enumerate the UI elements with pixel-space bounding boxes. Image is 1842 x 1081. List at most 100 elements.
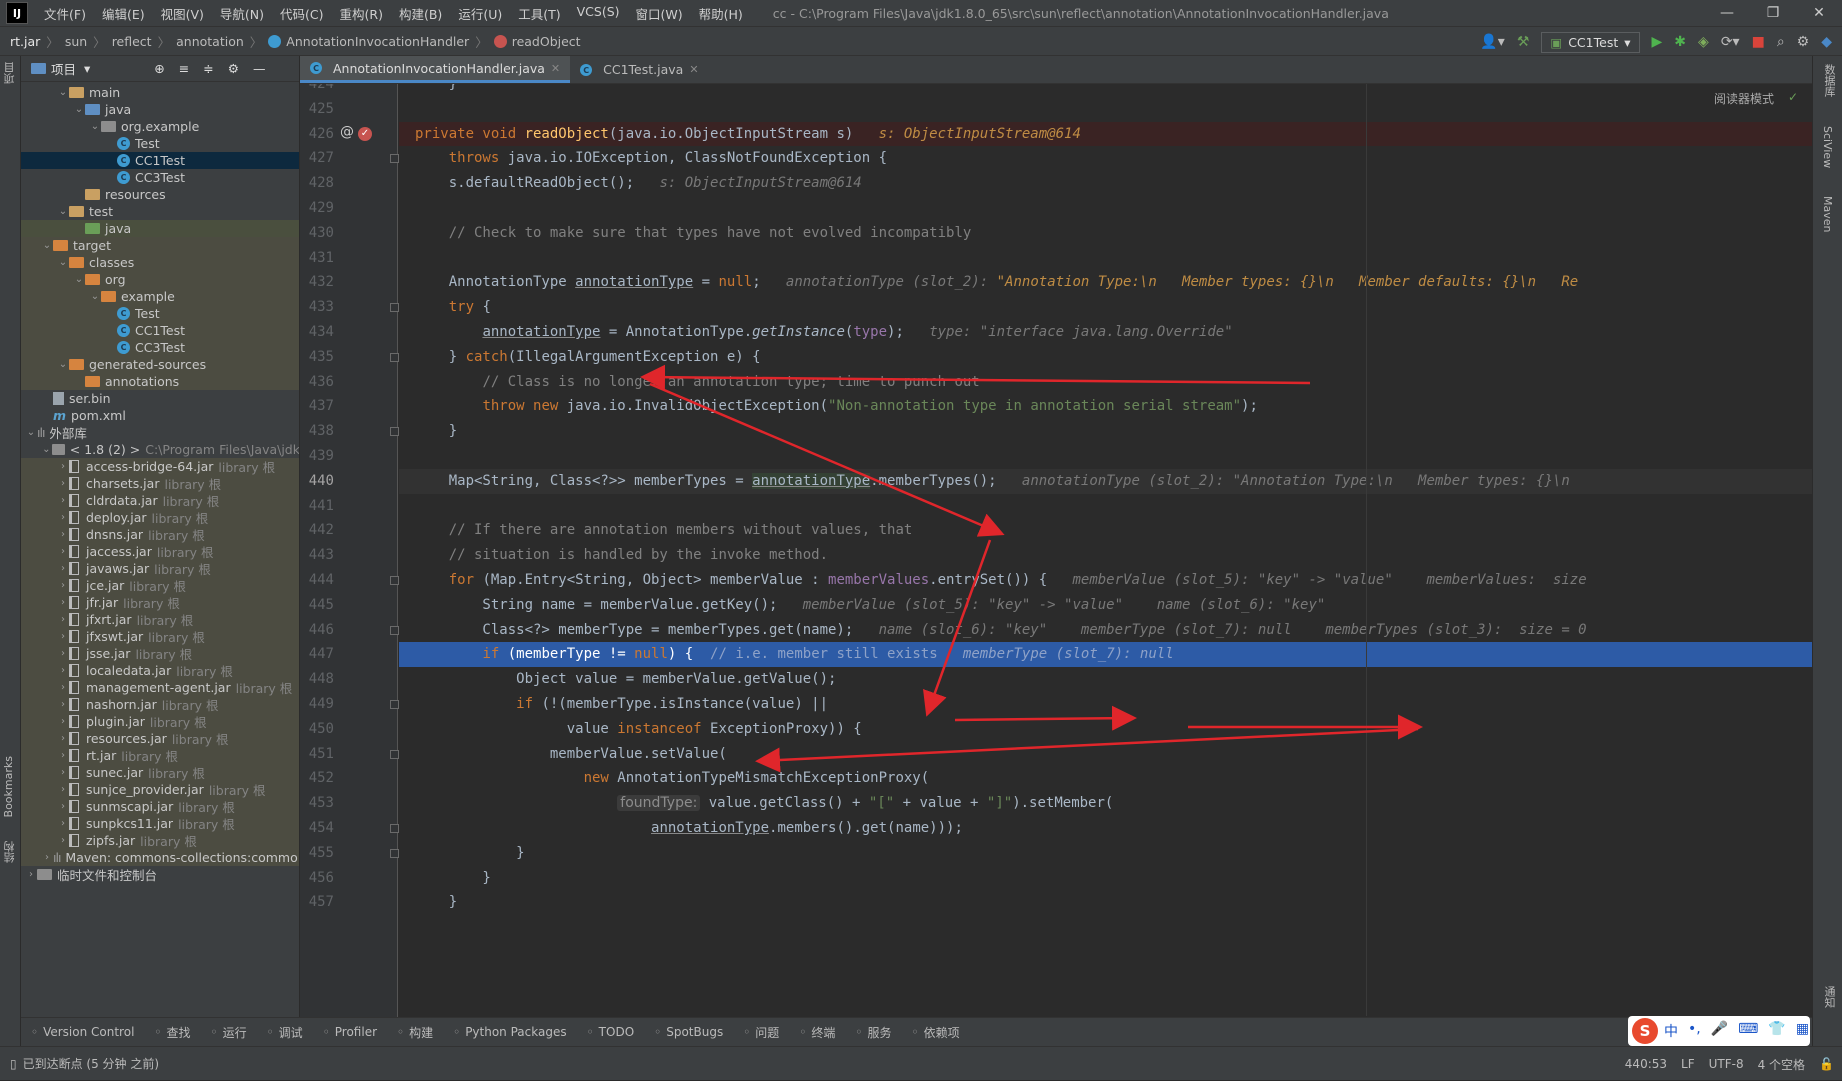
close-window-button[interactable]: ✕ [1796, 0, 1842, 26]
tree-item[interactable]: ⌄ main [21, 84, 299, 101]
expand-all-icon[interactable]: ≡ [179, 61, 189, 76]
tree-item[interactable]: › jfr.jar library 根 [21, 594, 299, 611]
tree-item[interactable]: m pom.xml [21, 407, 299, 424]
fold-marker-icon[interactable] [390, 625, 399, 635]
project-panel-title[interactable]: 项目 [51, 59, 76, 78]
gear-icon[interactable]: ⚙ [228, 61, 239, 76]
expand-arrow-icon[interactable]: ⌄ [41, 240, 53, 251]
line-number[interactable]: 431 [300, 246, 334, 271]
code-line[interactable]: if (memberType != null) { // i.e. member… [415, 642, 1173, 667]
tree-item[interactable]: › cldrdata.jar library 根 [21, 492, 299, 509]
line-number[interactable]: 424 [300, 84, 334, 97]
tree-item[interactable]: java [21, 220, 299, 237]
line-number[interactable]: 454 [300, 816, 334, 841]
collapse-arrow-icon[interactable]: › [57, 767, 69, 778]
tree-item[interactable]: ⌄ generated-sources [21, 356, 299, 373]
expand-arrow-icon[interactable]: ⌄ [57, 206, 69, 217]
collapse-arrow-icon[interactable]: › [57, 818, 69, 829]
collapse-arrow-icon[interactable]: › [57, 529, 69, 540]
tree-item[interactable]: › resources.jar library 根 [21, 730, 299, 747]
tool-window-问题[interactable]: ◦ 问题 [733, 1024, 789, 1041]
line-number[interactable]: 438 [300, 419, 334, 444]
collapse-arrow-icon[interactable]: › [57, 716, 69, 727]
expand-arrow-icon[interactable]: ⌄ [57, 87, 69, 98]
tree-item[interactable]: › ılı Maven: commons-collections:commo [21, 849, 299, 866]
tree-item[interactable]: ser.bin [21, 390, 299, 407]
breadcrumb-item[interactable]: readObject [493, 34, 581, 49]
line-number[interactable]: 440 [300, 469, 334, 494]
tree-item[interactable]: C CC1Test [21, 152, 299, 169]
expand-arrow-icon[interactable]: ⌄ [41, 444, 52, 455]
line-number[interactable]: 446 [300, 618, 334, 643]
code-line[interactable]: // If there are annotation members witho… [415, 518, 913, 543]
tree-item[interactable]: › zipfs.jar library 根 [21, 832, 299, 849]
code-line[interactable]: Class<?> memberType = memberTypes.get(na… [415, 618, 1586, 643]
menu-item[interactable]: 代码(C) [272, 4, 331, 23]
hide-icon[interactable]: — [253, 61, 266, 76]
intellij-logo-icon[interactable]: IJ [6, 2, 28, 24]
run-config-select[interactable]: ▣ CC1Test ▾ [1541, 31, 1640, 53]
line-number[interactable]: 436 [300, 370, 334, 395]
expand-arrow-icon[interactable]: ⌄ [89, 291, 101, 302]
ime-toolbar[interactable]: S 中 •, 🎤 ⌨ 👕 ▦ [1628, 1016, 1810, 1046]
indent-setting[interactable]: 4 个空格 [1758, 1056, 1805, 1073]
line-number[interactable]: 447 [300, 642, 334, 667]
tree-item[interactable]: › charsets.jar library 根 [21, 475, 299, 492]
collapse-arrow-icon[interactable]: › [25, 869, 37, 880]
tree-item[interactable]: › nashorn.jar library 根 [21, 696, 299, 713]
tree-item[interactable]: ⌄ ılı 外部库 [21, 424, 299, 441]
code-line[interactable]: throws java.io.IOException, ClassNotFoun… [415, 146, 887, 171]
caret-position[interactable]: 440:53 [1625, 1057, 1667, 1071]
line-number[interactable]: 425 [300, 97, 334, 122]
line-number[interactable]: 453 [300, 791, 334, 816]
collapse-arrow-icon[interactable]: › [57, 733, 69, 744]
code-line[interactable]: new AnnotationTypeMismatchExceptionProxy… [415, 766, 930, 791]
hammer-icon[interactable]: ⚒ [1517, 34, 1530, 50]
line-number[interactable]: 429 [300, 196, 334, 221]
tree-item[interactable]: resources [21, 186, 299, 203]
structure-tool-tab[interactable]: 结构 [2, 841, 18, 863]
tool-window-查找[interactable]: ◦ 查找 [144, 1024, 200, 1041]
code-line[interactable]: s.defaultReadObject(); s: ObjectInputStr… [415, 171, 862, 196]
menu-item[interactable]: 视图(V) [153, 4, 212, 23]
editor-gutter[interactable]: 424 425 426 @ ✓ 427 428 429 430 431 432 433 434 435 43… [300, 84, 399, 1026]
tree-item[interactable]: › jfxrt.jar library 根 [21, 611, 299, 628]
tree-item[interactable]: › localedata.jar library 根 [21, 662, 299, 679]
collapse-arrow-icon[interactable]: › [57, 648, 69, 659]
tree-item[interactable]: › plugin.jar library 根 [21, 713, 299, 730]
collapse-arrow-icon[interactable]: › [57, 478, 69, 489]
line-number[interactable]: 435 [300, 345, 334, 370]
fold-marker-icon[interactable] [390, 576, 399, 585]
tree-item[interactable]: › javaws.jar library 根 [21, 560, 299, 577]
collapse-arrow-icon[interactable]: › [57, 784, 69, 795]
expand-arrow-icon[interactable]: ⌄ [73, 104, 85, 115]
tree-item[interactable]: › sunjce_provider.jar library 根 [21, 781, 299, 798]
breadcrumb-item[interactable]: rt.jar [10, 34, 40, 49]
collapse-arrow-icon[interactable]: › [57, 461, 69, 472]
tree-item[interactable]: › jfxswt.jar library 根 [21, 628, 299, 645]
override-marker-icon[interactable]: @ [340, 124, 354, 140]
tree-item[interactable]: C CC3Test [21, 169, 299, 186]
tree-item[interactable]: ⌄ java [21, 101, 299, 118]
line-number[interactable]: 449 [300, 692, 334, 717]
tree-item[interactable]: ⌄ org.example [21, 118, 299, 135]
tree-item[interactable]: › jsse.jar library 根 [21, 645, 299, 662]
menu-item[interactable]: 帮助(H) [691, 4, 751, 23]
expand-arrow-icon[interactable]: ⌄ [73, 274, 85, 285]
stop-icon[interactable]: ■ [1752, 34, 1765, 50]
line-number[interactable]: 451 [300, 742, 334, 767]
tree-item[interactable]: › 临时文件和控制台 [21, 866, 299, 883]
fold-marker-icon[interactable] [390, 700, 399, 709]
user-icon[interactable]: 👤▾ [1480, 34, 1504, 50]
line-number[interactable]: 433 [300, 295, 334, 320]
breadcrumb-item[interactable]: AnnotationInvocationHandler [268, 34, 469, 49]
tool-window-spotbugs[interactable]: ◦ SpotBugs [644, 1025, 733, 1039]
code-line[interactable]: foundType: value.getClass() + "[" + valu… [415, 791, 1113, 816]
breadcrumb-item[interactable]: annotation [176, 34, 244, 49]
tree-item[interactable]: › deploy.jar library 根 [21, 509, 299, 526]
tree-item[interactable]: ⌄ classes [21, 254, 299, 271]
locate-icon[interactable]: ⊕ [154, 61, 164, 76]
tool-window-profiler[interactable]: ◦ Profiler [313, 1025, 387, 1039]
expand-arrow-icon[interactable]: ⌄ [25, 427, 37, 438]
expand-arrow-icon[interactable]: ⌄ [57, 257, 69, 268]
